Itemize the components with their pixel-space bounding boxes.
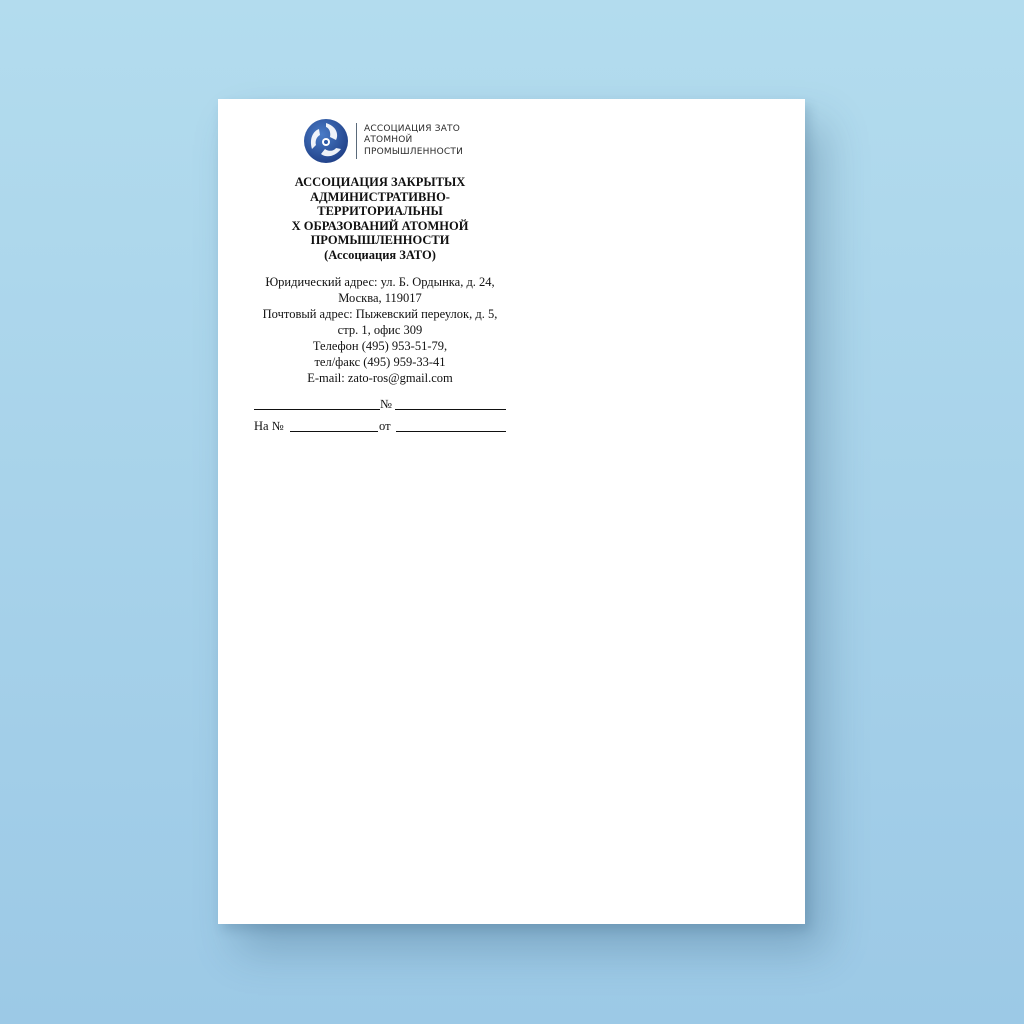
org-name-line: АДМИНИСТРАТИВНО-ТЕРРИТОРИАЛЬНЫ — [310, 189, 450, 219]
number-sign: № — [380, 397, 392, 411]
logo: АССОЦИАЦИЯ ЗАТО АТОМНОЙ ПРОМЫШЛЕННОСТИ — [260, 117, 506, 165]
outgoing-date-blank — [254, 409, 380, 410]
reference-prefix: На № — [254, 419, 284, 433]
org-name-line: ПРОМЫШЛЕННОСТИ — [310, 233, 450, 247]
logo-text-line: АТОМНОЙ — [364, 135, 413, 146]
from-label: от — [379, 419, 391, 433]
contact-details: Юридический адрес: ул. Б. Ордынка, д. 24… — [254, 274, 506, 386]
logo-text-line: АССОЦИАЦИЯ ЗАТО — [364, 123, 461, 134]
letterhead-block: АССОЦИАЦИЯ ЗАТО АТОМНОЙ ПРОМЫШЛЕННОСТИ А… — [254, 117, 506, 434]
postal-address-office: стр. 1, офис 309 — [337, 323, 423, 337]
reference-number-blank — [290, 431, 378, 432]
postal-address-line: Почтовый адрес: Пыжевский переулок, д. 5… — [262, 307, 498, 321]
logo-wordmark: АССОЦИАЦИЯ ЗАТО АТОМНОЙ ПРОМЫШЛЕННОСТИ — [364, 124, 463, 159]
org-name-line: АССОЦИАЦИЯ ЗАКРЫТЫХ — [294, 175, 466, 189]
email-line: E-mail: zato-ros@gmail.com — [307, 371, 453, 385]
org-name-line: Х ОБРАЗОВАНИЙ АТОМНОЙ — [291, 218, 469, 233]
organization-name: АССОЦИАЦИЯ ЗАКРЫТЫХ АДМИНИСТРАТИВНО-ТЕРР… — [254, 175, 506, 262]
outgoing-number-row: № — [254, 396, 506, 412]
outgoing-number-blank — [395, 409, 506, 410]
reference-date-blank — [396, 431, 506, 432]
reference-number-row: На № от — [254, 418, 506, 434]
fax-line: тел/факс (495) 959-33-41 — [314, 355, 446, 369]
phone-line: Телефон (495) 953-51-79, — [312, 339, 448, 353]
letterhead-paper: АССОЦИАЦИЯ ЗАТО АТОМНОЙ ПРОМЫШЛЕННОСТИ А… — [218, 99, 805, 924]
legal-address-city: Москва, 119017 — [338, 291, 422, 305]
org-short-name: (Ассоциация ЗАТО) — [324, 247, 436, 262]
legal-address-line: Юридический адрес: ул. Б. Ордынка, д. 24… — [265, 275, 495, 289]
atom-emblem-icon — [304, 119, 348, 163]
logo-divider — [356, 123, 357, 159]
logo-text-line: ПРОМЫШЛЕННОСТИ — [364, 146, 463, 157]
